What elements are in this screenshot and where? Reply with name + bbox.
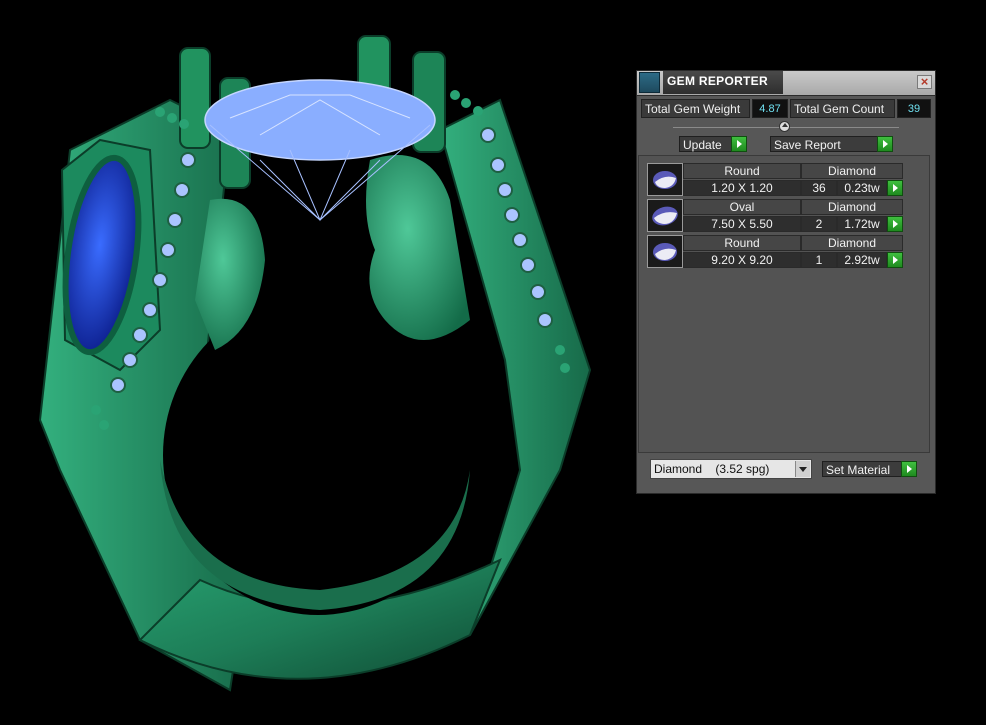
- gem-icon: [653, 243, 677, 261]
- save-report-button[interactable]: Save Report: [770, 136, 893, 152]
- material-spg: (3.52 spg): [715, 462, 770, 476]
- total-count-label: Total Gem Count: [790, 99, 895, 118]
- total-weight-label: Total Gem Weight: [641, 99, 750, 118]
- gem-size: 9.20 X 9.20: [683, 252, 801, 268]
- gem-shape: Round: [683, 163, 801, 179]
- select-gem-button[interactable]: [887, 180, 903, 196]
- title-bar[interactable]: GEM REPORTER ×: [637, 71, 935, 96]
- gem-material: Diamond: [801, 199, 903, 215]
- gem-weight: 2.92tw: [837, 252, 887, 268]
- gem-icon: [653, 171, 677, 189]
- close-icon[interactable]: ×: [917, 75, 932, 89]
- save-report-button-label: Save Report: [774, 138, 841, 152]
- list-item[interactable]: Oval Diamond 7.50 X 5.50 2 1.72tw: [647, 199, 905, 233]
- round-gem-thumbnail: [647, 163, 683, 196]
- material-dropdown[interactable]: Diamond (3.52 spg): [650, 459, 812, 479]
- gem-count: 1: [801, 252, 837, 268]
- gem-size: 1.20 X 1.20: [683, 180, 801, 196]
- update-button[interactable]: Update: [679, 136, 747, 152]
- gem-list[interactable]: Round Diamond 1.20 X 1.20 36 0.23tw Oval…: [638, 155, 930, 453]
- total-weight-value: 4.87: [752, 99, 788, 118]
- select-gem-button[interactable]: [887, 252, 903, 268]
- gem-material: Diamond: [801, 163, 903, 179]
- gem-material: Diamond: [801, 235, 903, 251]
- material-name: Diamond: [654, 462, 703, 476]
- list-item[interactable]: Round Diamond 1.20 X 1.20 36 0.23tw: [647, 163, 905, 197]
- play-icon: [877, 136, 893, 152]
- gem-weight: 1.72tw: [837, 216, 887, 232]
- gem-icon: [652, 206, 678, 226]
- total-count-value: 39: [897, 99, 931, 118]
- set-material-button-label: Set Material: [826, 463, 891, 477]
- panel-title: GEM REPORTER: [667, 74, 768, 88]
- gem-shape: Oval: [683, 199, 801, 215]
- select-gem-button[interactable]: [887, 216, 903, 232]
- gem-count: 36: [801, 180, 837, 196]
- collapse-arrow-icon[interactable]: [779, 121, 790, 132]
- play-icon: [731, 136, 747, 152]
- oval-gem-thumbnail: [647, 199, 683, 232]
- gem-count: 2: [801, 216, 837, 232]
- update-button-label: Update: [683, 138, 722, 152]
- chevron-down-icon: [795, 461, 810, 477]
- gem-size: 7.50 X 5.50: [683, 216, 801, 232]
- list-item[interactable]: Round Diamond 9.20 X 9.20 1 2.92tw: [647, 235, 905, 269]
- gem-weight: 0.23tw: [837, 180, 887, 196]
- gem-reporter-icon: [639, 72, 660, 93]
- gem-shape: Round: [683, 235, 801, 251]
- gem-reporter-panel: GEM REPORTER × Total Gem Weight 4.87 Tot…: [636, 70, 936, 494]
- round-gem-thumbnail: [647, 235, 683, 268]
- set-material-button[interactable]: Set Material: [822, 461, 917, 477]
- play-icon: [901, 461, 917, 477]
